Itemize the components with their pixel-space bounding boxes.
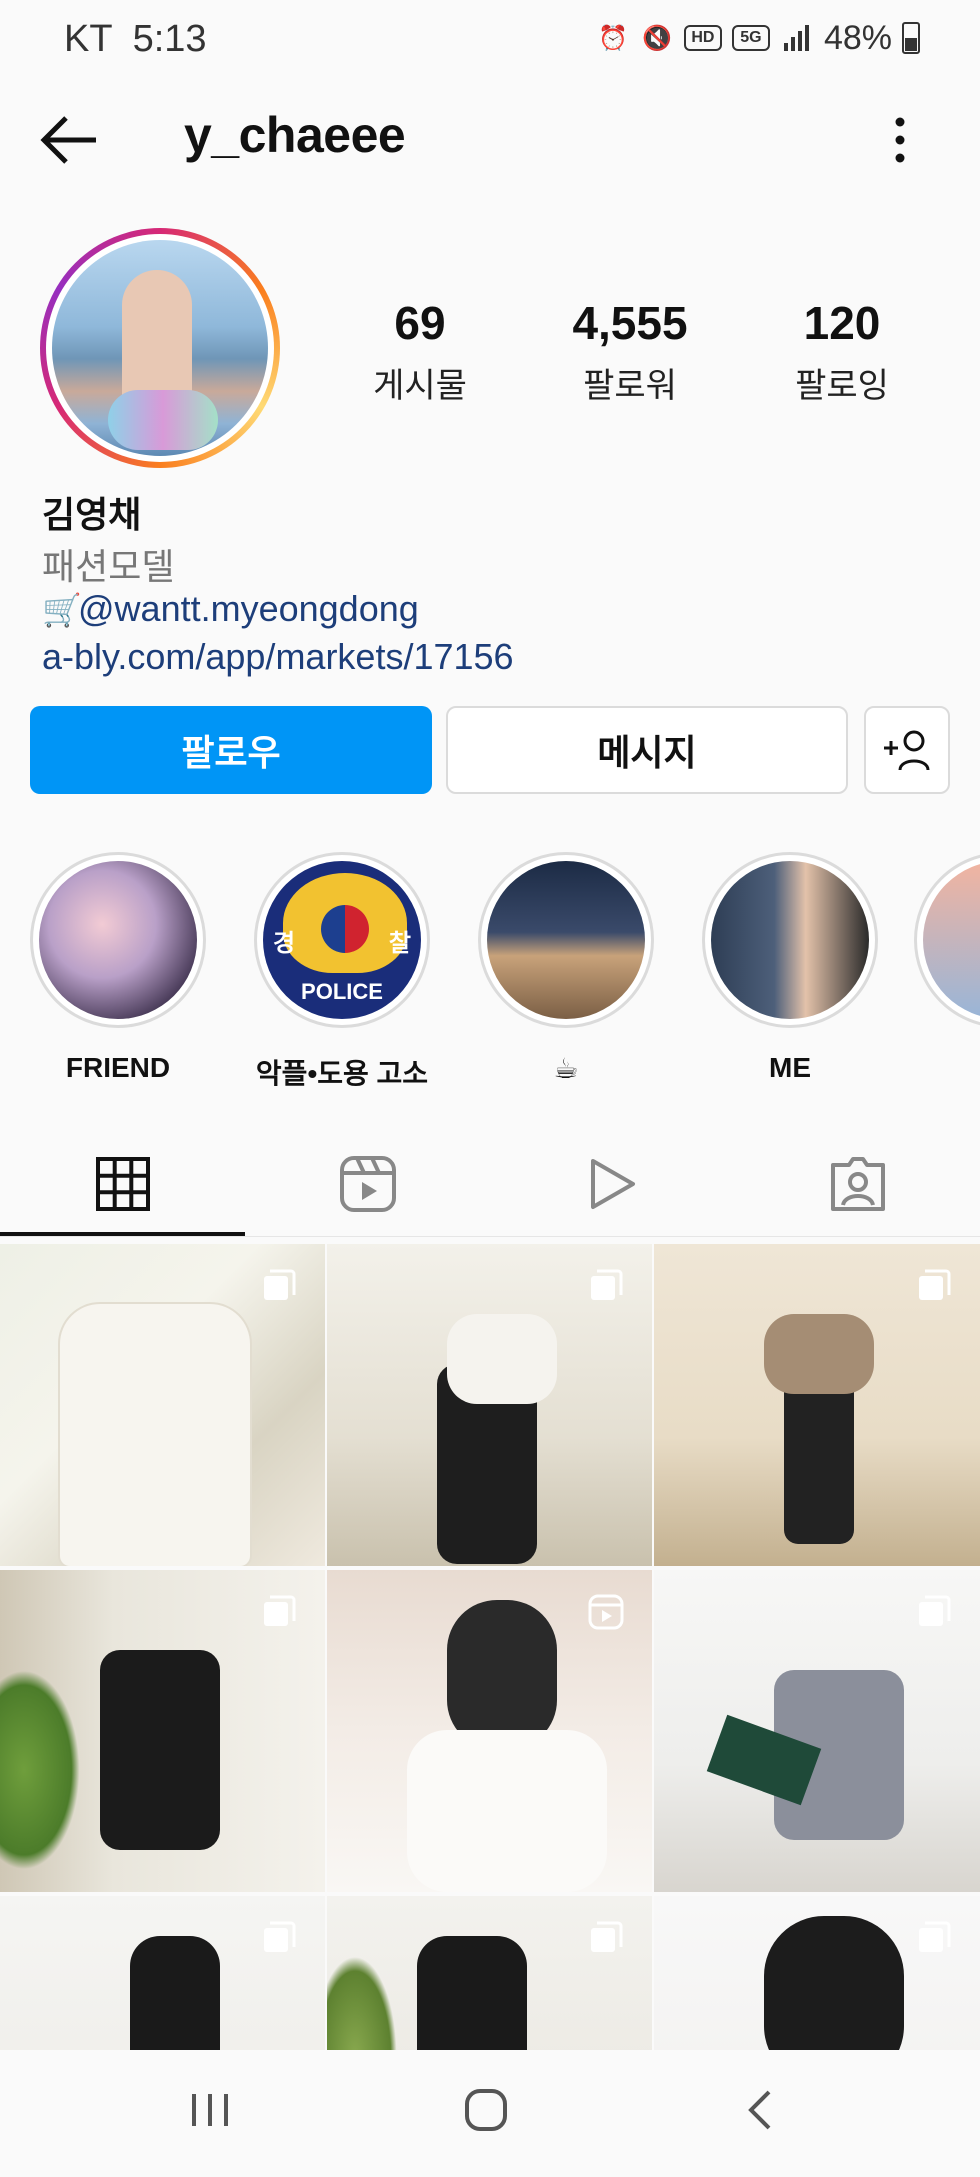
carousel-icon xyxy=(591,1269,623,1300)
status-right: ⏰ 🔇 HD 5G 48% xyxy=(596,18,920,58)
carousel-icon xyxy=(919,1595,951,1626)
profile-tabs xyxy=(0,1130,980,1240)
grid-icon xyxy=(95,1157,150,1211)
highlight-friend[interactable]: FRIEND xyxy=(18,852,218,1084)
recent-apps-icon xyxy=(192,2094,228,2126)
mute-icon: 🔇 xyxy=(641,24,672,52)
bio-website-link[interactable]: a-bly.com/app/markets/17156 xyxy=(42,636,942,684)
home-icon xyxy=(465,2089,507,2131)
carousel-icon xyxy=(264,1595,296,1626)
status-bar: KT 5:13 ⏰ 🔇 HD 5G 48% xyxy=(0,0,980,84)
battery-percent: 48% xyxy=(823,18,892,57)
bio-mention-link[interactable]: @wantt.myeongdong xyxy=(78,588,419,629)
signal-icon xyxy=(780,18,814,58)
stat-followers-count: 4,555 xyxy=(572,297,688,349)
profile-username: y_chaeee xyxy=(184,107,406,163)
suggested-accounts-button[interactable] xyxy=(864,706,950,794)
battery-icon xyxy=(902,22,920,54)
tab-posts[interactable] xyxy=(0,1130,245,1238)
tab-tagged[interactable] xyxy=(735,1130,980,1238)
stat-followers[interactable]: 4,555 팔로워 xyxy=(520,296,740,407)
post-tile[interactable] xyxy=(327,1244,652,1566)
network-type-icon: 5G xyxy=(731,25,770,51)
tab-videos[interactable] xyxy=(490,1130,735,1238)
message-button[interactable]: 메시지 xyxy=(446,706,848,794)
carousel-icon xyxy=(919,1269,951,1300)
taegeuk-icon xyxy=(321,905,369,953)
carousel-icon xyxy=(264,1269,296,1300)
carousel-icon xyxy=(919,1921,951,1952)
back-arrow-icon xyxy=(40,116,96,164)
post-tile[interactable] xyxy=(654,1244,980,1566)
alarm-icon: ⏰ xyxy=(597,24,628,52)
highlight-label: ☕ xyxy=(553,1053,579,1084)
police-emblem-cover: 경 찰 POLICE xyxy=(263,861,421,1019)
home-button[interactable] xyxy=(426,2080,546,2140)
reel-icon xyxy=(588,1594,624,1630)
post-grid xyxy=(0,1244,980,2177)
profile-header: y_chaeee xyxy=(0,100,980,180)
highlight-coffee[interactable]: ☕ xyxy=(466,852,666,1085)
police-left-char: 경 xyxy=(273,930,296,957)
highlight-me[interactable]: ME xyxy=(690,852,890,1084)
follow-button[interactable]: 팔로우 xyxy=(30,706,432,794)
stat-posts[interactable]: 69 게시물 xyxy=(310,296,530,407)
play-icon xyxy=(590,1159,635,1209)
chevron-left-icon xyxy=(748,2090,771,2130)
status-left: KT 5:13 xyxy=(64,18,207,61)
highlight-label: ME xyxy=(769,1052,811,1083)
avatar-image xyxy=(52,240,268,456)
tabs-divider xyxy=(0,1236,980,1237)
tab-reels[interactable] xyxy=(245,1130,490,1238)
bio-category: 패션모델 xyxy=(42,546,175,587)
stat-posts-label: 게시물 xyxy=(373,367,467,405)
stat-following-count: 120 xyxy=(803,297,881,349)
bio-mention-line: 🛒@wantt.myeongdong xyxy=(42,588,942,636)
highlight-partial[interactable] xyxy=(914,852,980,1028)
back-nav-button[interactable] xyxy=(700,2080,820,2140)
stat-followers-label: 팔로워 xyxy=(583,367,677,405)
reels-icon xyxy=(339,1156,396,1212)
highlight-label: FRIEND xyxy=(65,1052,171,1083)
tagged-icon xyxy=(830,1157,885,1211)
highlight-friend-cover xyxy=(39,861,197,1019)
more-vertical-icon xyxy=(895,117,905,163)
police-right-char: 찰 xyxy=(388,930,411,957)
system-nav-bar xyxy=(0,2050,980,2177)
post-tile[interactable] xyxy=(654,1570,980,1892)
post-tile[interactable] xyxy=(0,1244,325,1566)
profile-avatar[interactable] xyxy=(40,228,280,468)
back-button[interactable] xyxy=(38,112,102,168)
hd-icon: HD xyxy=(683,25,722,51)
carousel-icon xyxy=(264,1921,296,1952)
clock: 5:13 xyxy=(132,18,207,60)
post-tile[interactable] xyxy=(0,1570,325,1892)
police-text: POLICE xyxy=(301,979,383,1004)
bio-name: 김영채 xyxy=(42,494,142,535)
highlight-report[interactable]: 경 찰 POLICE 악플•도용 고소 xyxy=(242,852,442,1092)
more-options-button[interactable] xyxy=(880,112,920,168)
carousel-icon xyxy=(591,1921,623,1952)
highlight-partial-cover xyxy=(923,861,980,1019)
shopping-cart-icon: 🛒 xyxy=(42,592,82,628)
stat-posts-count: 69 xyxy=(394,297,446,349)
add-person-icon xyxy=(884,730,930,771)
stat-following-label: 팔로잉 xyxy=(795,367,889,405)
highlight-coffee-cover xyxy=(487,861,645,1019)
carrier-label: KT xyxy=(64,18,113,60)
post-tile[interactable] xyxy=(327,1570,652,1892)
profile-bio: 김영채 패션모델 🛒@wantt.myeongdong a-bly.com/ap… xyxy=(42,486,942,684)
recent-apps-button[interactable] xyxy=(150,2080,270,2140)
highlight-label: 악플•도용 고소 xyxy=(255,1058,429,1089)
highlight-me-cover xyxy=(711,861,869,1019)
stat-following[interactable]: 120 팔로잉 xyxy=(732,296,952,407)
